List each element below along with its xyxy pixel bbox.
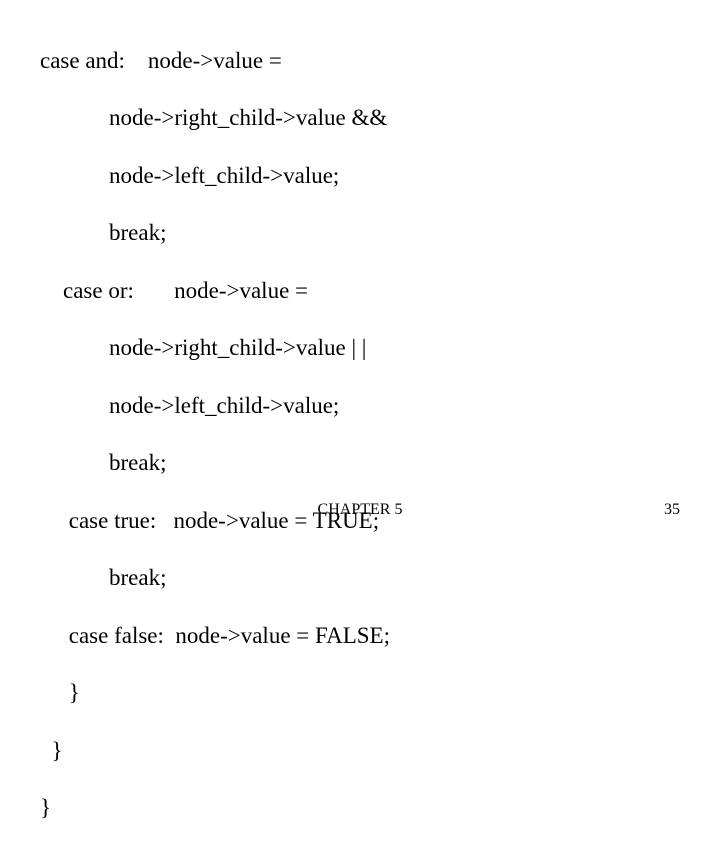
page-number: 35	[664, 500, 680, 520]
code-line: node->right_child->value | |	[40, 334, 390, 363]
code-line: }	[40, 737, 390, 766]
code-line: node->left_child->value;	[40, 162, 390, 191]
chapter-label: CHAPTER 5	[0, 500, 720, 520]
code-line: case false: node->value = FALSE;	[40, 622, 390, 651]
code-line: break;	[40, 564, 390, 593]
code-line: case or: node->value =	[40, 277, 390, 306]
code-block: case and: node->value = node->right_chil…	[40, 18, 390, 852]
code-line: node->right_child->value &&	[40, 104, 390, 133]
code-line: case and: node->value =	[40, 47, 390, 76]
code-line: node->left_child->value;	[40, 392, 390, 421]
code-line: break;	[40, 449, 390, 478]
code-line: break;	[40, 219, 390, 248]
code-line: }	[40, 794, 390, 823]
code-line: }	[40, 679, 390, 708]
